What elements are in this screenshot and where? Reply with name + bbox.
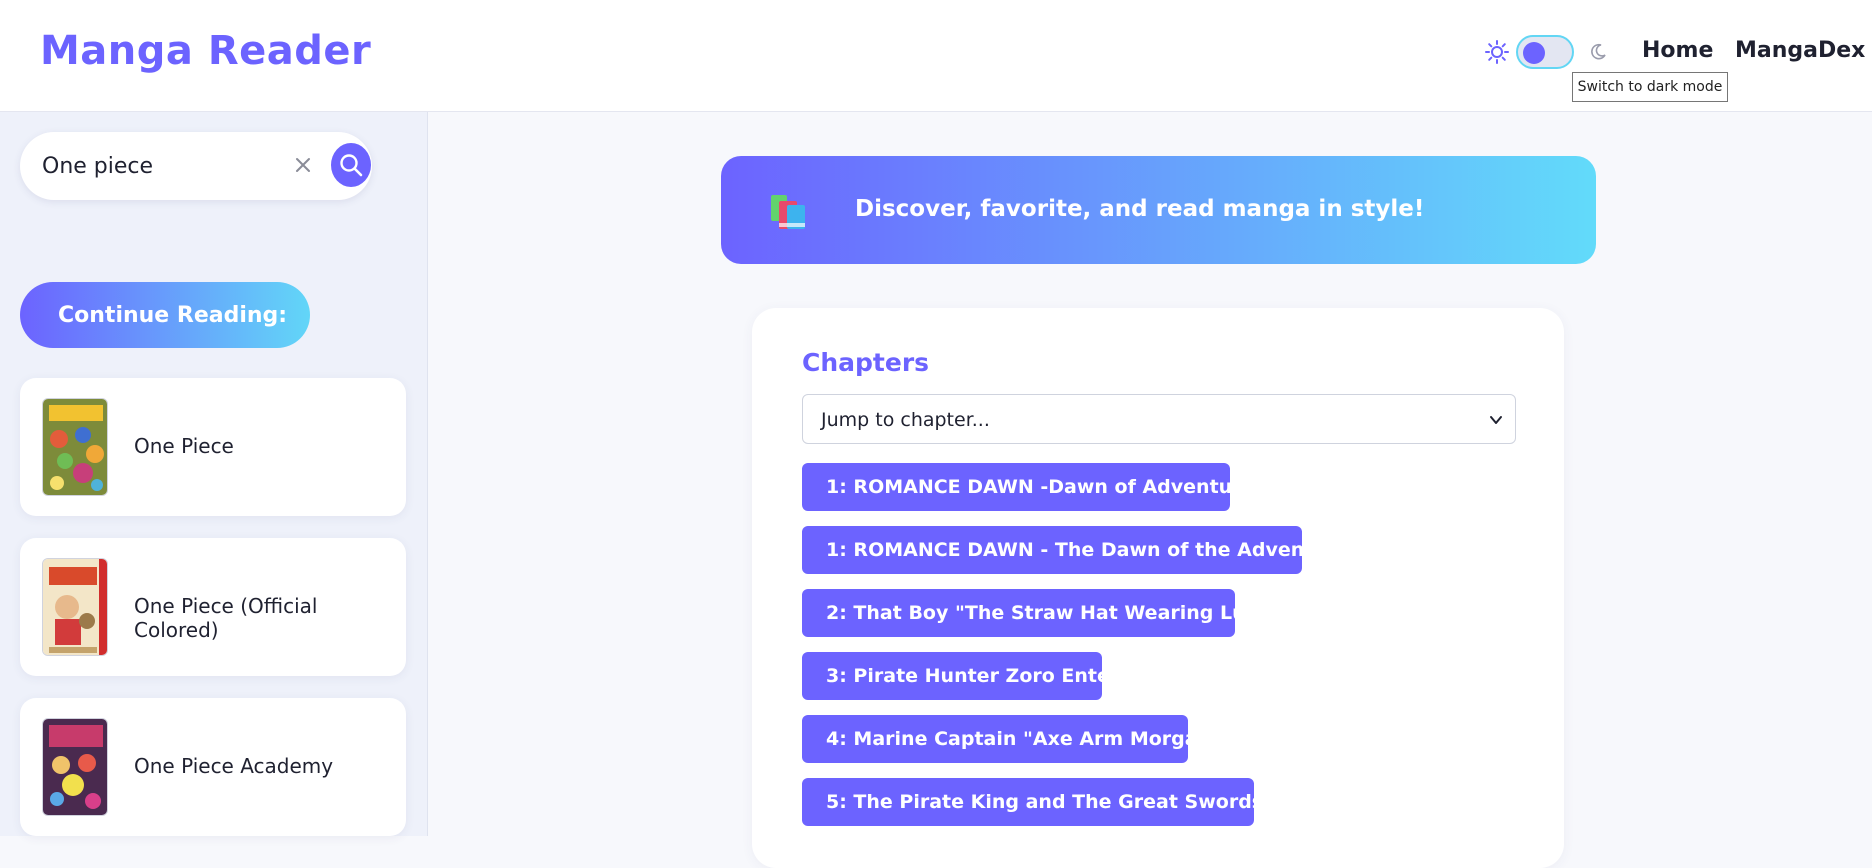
dark-mode-switch[interactable] [1516, 35, 1574, 69]
continue-reading-button[interactable]: Continue Reading: [20, 282, 310, 348]
sun-icon [1485, 40, 1509, 64]
manga-card-one-piece-colored[interactable]: One Piece (Official Colored) [20, 538, 406, 676]
theme-toggle[interactable] [1484, 34, 1608, 70]
chapter-button[interactable]: 5: The Pirate King and The Great Swordsm… [802, 778, 1309, 826]
chapter-select[interactable]: Jump to chapter... [802, 394, 1516, 444]
chapters-heading: Chapters [802, 348, 930, 377]
books-icon [771, 195, 805, 229]
chapter-select-value: Jump to chapter... [821, 409, 990, 431]
moon-icon [1591, 43, 1606, 60]
search-button[interactable] [331, 143, 371, 187]
search-icon [340, 154, 363, 177]
theme-tooltip: Switch to dark mode [1572, 72, 1728, 102]
cover-image [42, 398, 108, 496]
banner-text: Discover, favorite, and read manga in st… [855, 196, 1425, 222]
switch-knob [1523, 42, 1545, 64]
clear-search-icon[interactable] [294, 156, 312, 174]
chapters-panel: Chapters Jump to chapter... 1: ROMANCE D… [752, 308, 1564, 868]
nav-home-link[interactable]: Home [1642, 38, 1713, 63]
chapter-button[interactable]: 2: That Boy "The Straw Hat Wearing Luffy… [802, 589, 1283, 637]
app-title[interactable]: Manga Reader [40, 28, 371, 74]
manga-title: One Piece Academy [134, 754, 334, 778]
welcome-banner: Discover, favorite, and read manga in st… [721, 156, 1596, 264]
chapter-button[interactable]: 3: Pirate Hunter Zoro Enters [802, 652, 1131, 700]
manga-card-one-piece-academy[interactable]: One Piece Academy [20, 698, 406, 836]
cover-image [42, 558, 108, 656]
search-input[interactable] [42, 150, 292, 182]
chapter-button[interactable]: 1: ROMANCE DAWN -Dawn of Adventure- [802, 463, 1262, 511]
manga-title: One Piece [134, 434, 234, 458]
chapter-button[interactable]: 4: Marine Captain "Axe Arm Morgan" [802, 715, 1221, 763]
chapter-button[interactable]: 1: ROMANCE DAWN - The Dawn of the Advent… [802, 526, 1349, 574]
top-header: Manga Reader Switch to dark mode Home Ma… [0, 0, 1872, 112]
manga-card-one-piece[interactable]: One Piece [20, 378, 406, 516]
chevron-down-icon [1490, 416, 1502, 424]
sidebar: Continue Reading: One Piece [0, 112, 428, 836]
manga-title: One Piece (Official Colored) [134, 594, 318, 642]
nav-mangadex-link[interactable]: MangaDex [1735, 38, 1865, 63]
cover-image [42, 718, 108, 816]
search-box [20, 132, 372, 200]
